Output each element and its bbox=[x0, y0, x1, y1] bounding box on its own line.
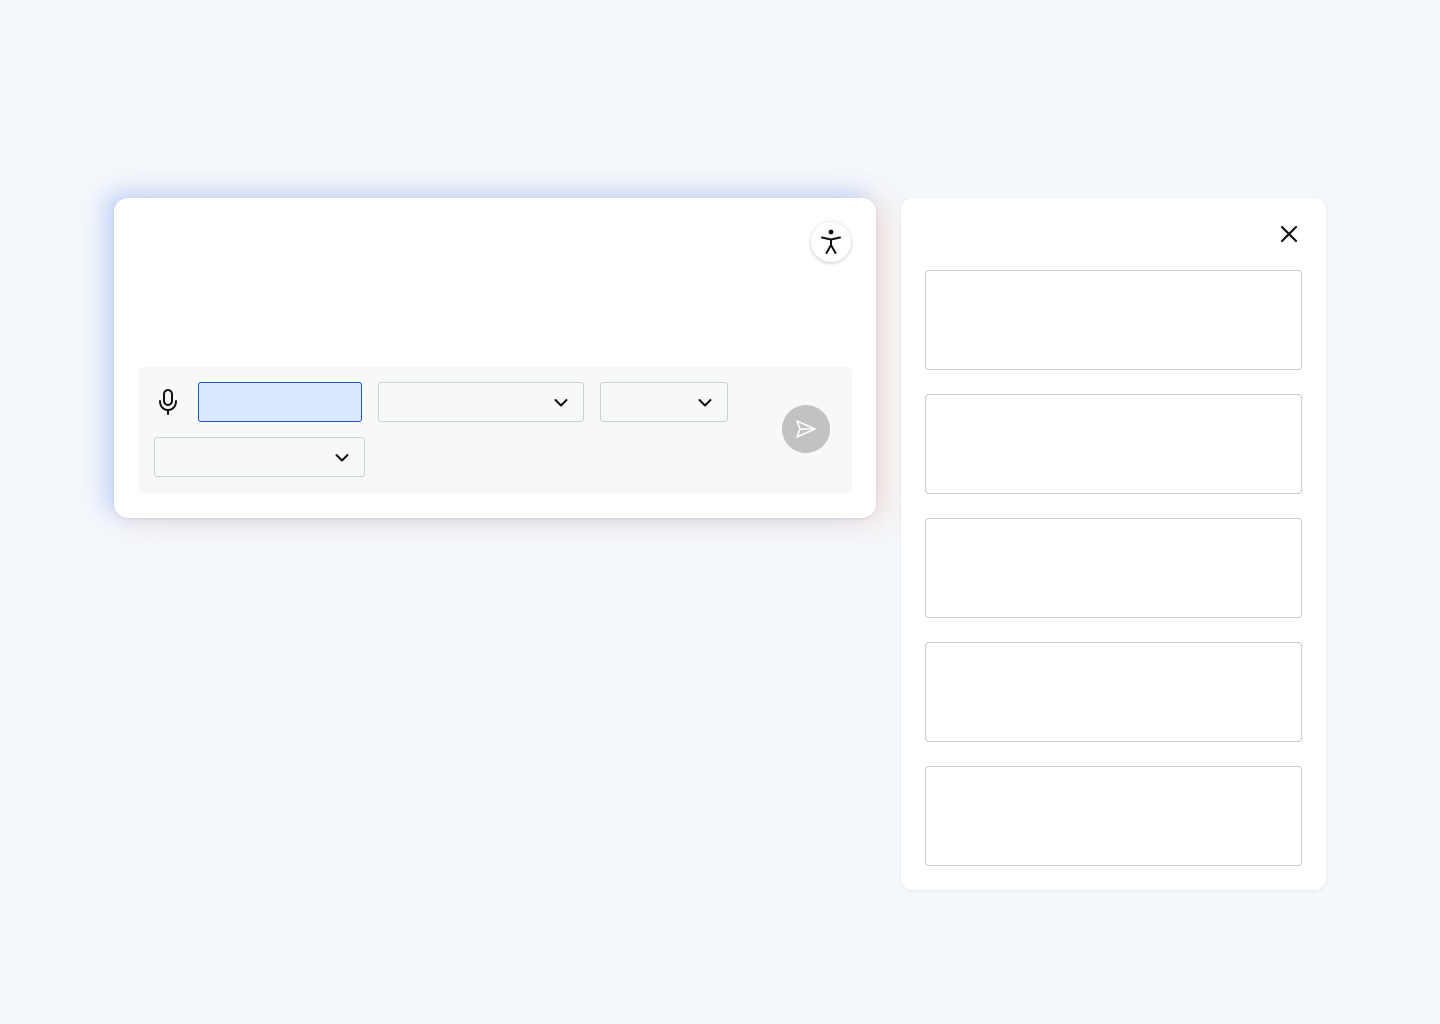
option-card[interactable] bbox=[925, 270, 1302, 370]
chevron-down-icon bbox=[698, 399, 712, 407]
accessibility-icon bbox=[821, 229, 841, 254]
microphone-button[interactable] bbox=[156, 387, 180, 417]
microphone-icon bbox=[159, 389, 177, 415]
composer-card bbox=[114, 198, 876, 518]
close-icon bbox=[1280, 225, 1298, 243]
send-icon bbox=[796, 420, 816, 438]
chevron-down-icon bbox=[335, 454, 349, 462]
chevron-down-icon bbox=[554, 399, 568, 407]
dropdown-select-1[interactable] bbox=[378, 382, 584, 422]
side-panel bbox=[901, 198, 1326, 890]
option-card[interactable] bbox=[925, 642, 1302, 742]
option-card[interactable] bbox=[925, 394, 1302, 494]
dropdown-select-3[interactable] bbox=[154, 437, 365, 477]
accessibility-button[interactable] bbox=[811, 222, 851, 262]
send-button[interactable] bbox=[782, 405, 830, 453]
message-input[interactable] bbox=[198, 382, 362, 422]
close-button[interactable] bbox=[1277, 222, 1301, 246]
option-card[interactable] bbox=[925, 766, 1302, 866]
composer-toolbar bbox=[138, 367, 852, 494]
dropdown-select-2[interactable] bbox=[600, 382, 728, 422]
option-card[interactable] bbox=[925, 518, 1302, 618]
